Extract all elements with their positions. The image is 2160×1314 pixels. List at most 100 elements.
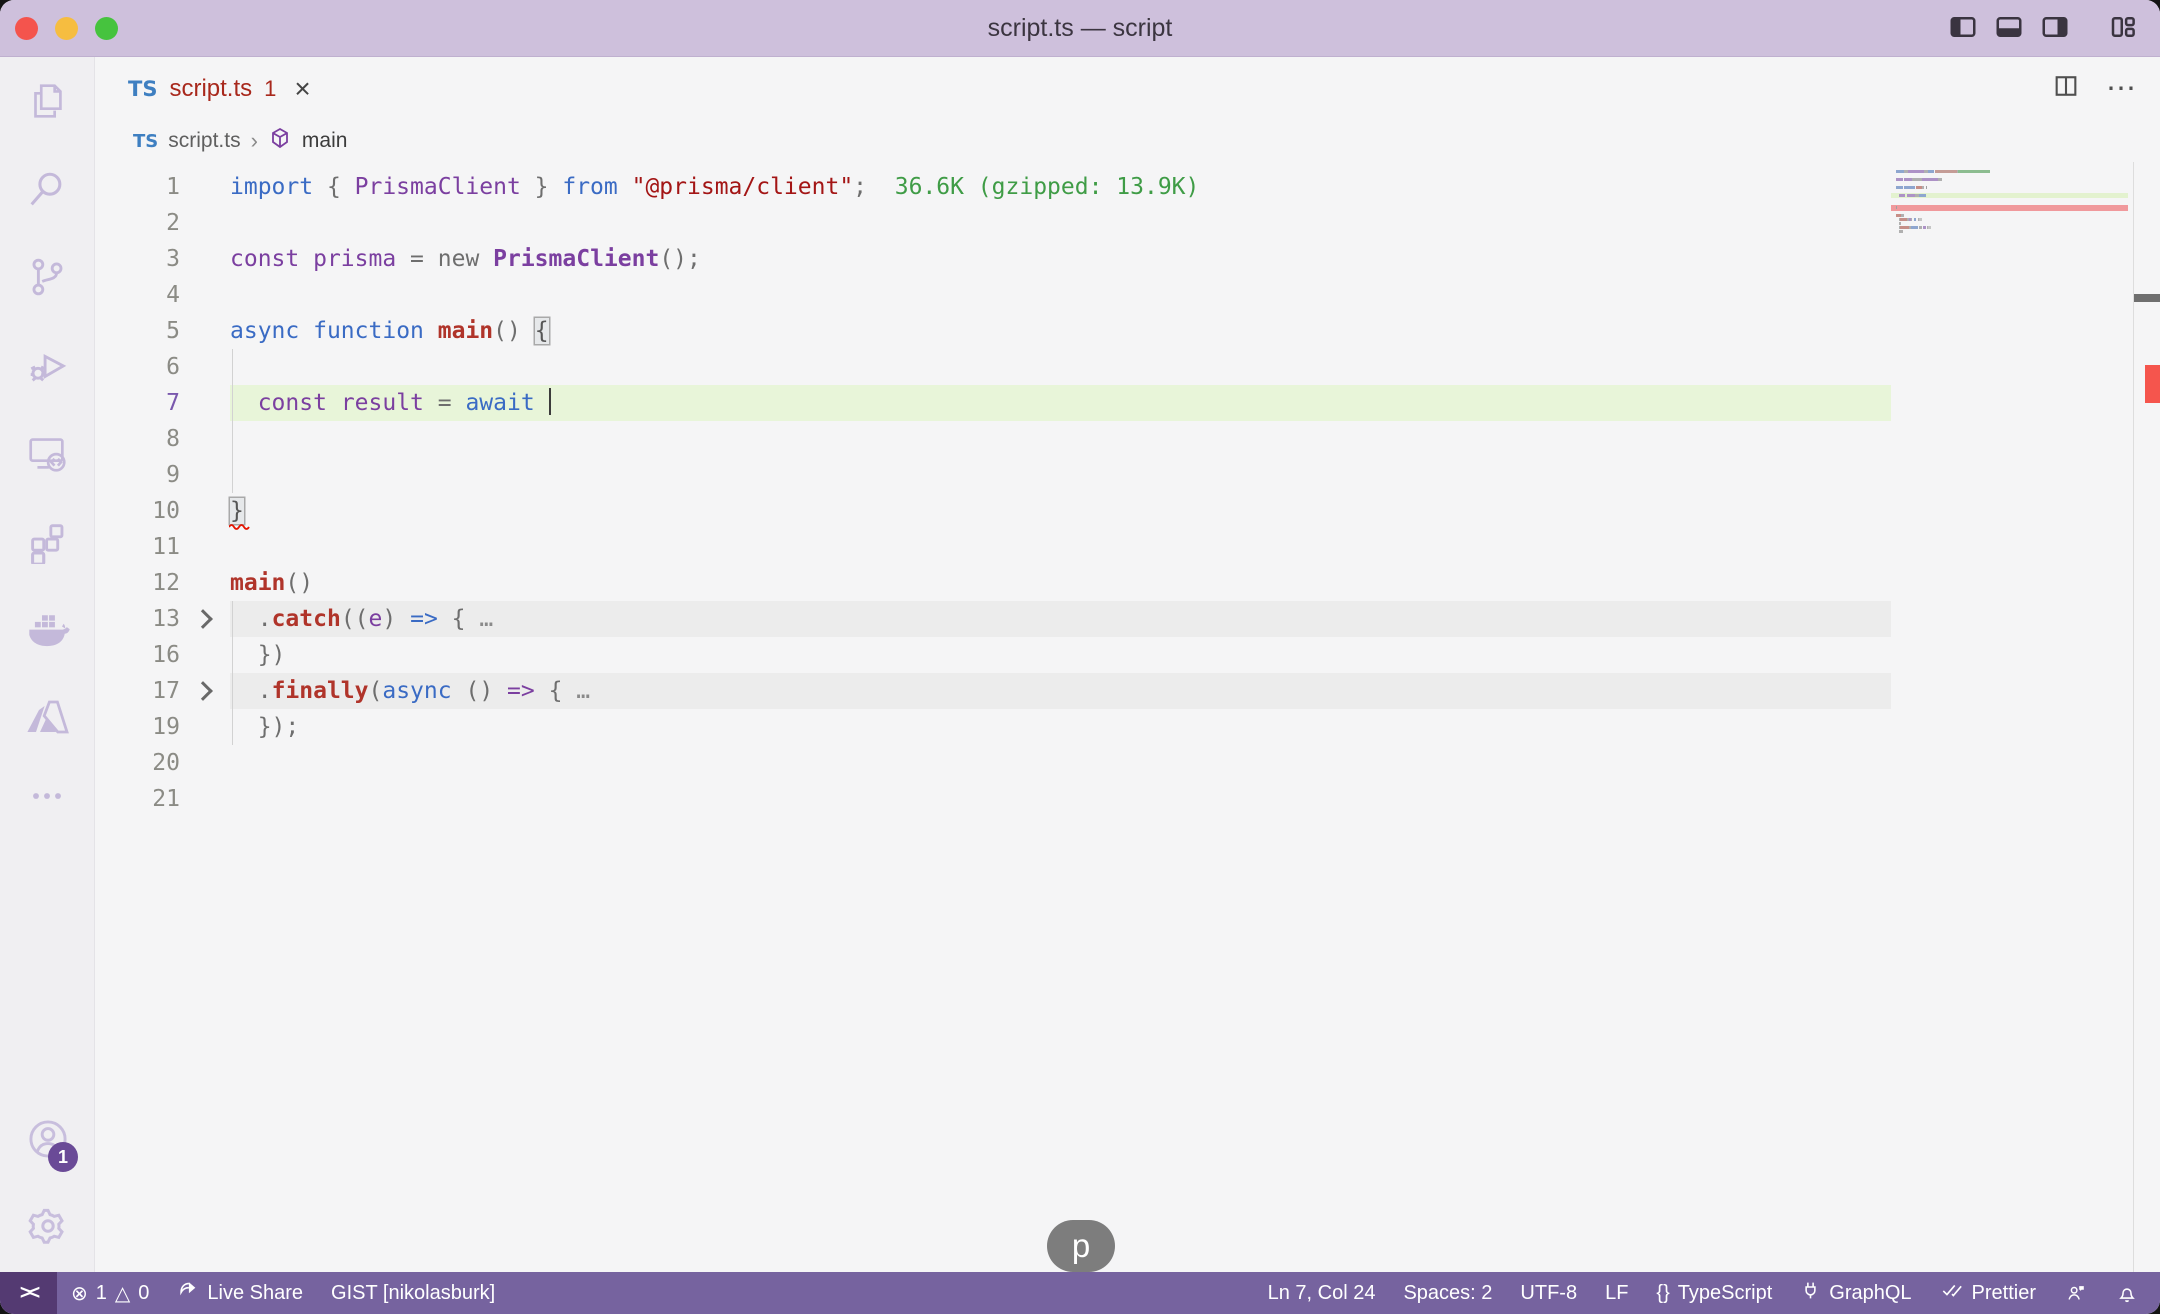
tab-script-ts[interactable]: TS script.ts 1 × bbox=[95, 57, 341, 120]
minimap-line bbox=[1896, 218, 1922, 221]
toggle-secondary-sidebar-icon[interactable] bbox=[2040, 12, 2070, 42]
line-number[interactable]: 10 bbox=[95, 493, 180, 529]
close-tab-icon[interactable]: × bbox=[294, 75, 310, 103]
notifications-bell-icon[interactable] bbox=[2102, 1272, 2152, 1314]
line-number[interactable]: 1 bbox=[95, 169, 180, 205]
code-line-17[interactable]: 17 .finally(async () => { … bbox=[95, 673, 2160, 709]
keystroke-overlay: p bbox=[1047, 1220, 1115, 1272]
code-line-10[interactable]: 10} bbox=[95, 493, 2160, 529]
minimap-line bbox=[1896, 230, 1903, 233]
search-icon[interactable] bbox=[0, 145, 95, 233]
code-text: import { PrismaClient } from "@prisma/cl… bbox=[230, 169, 1199, 205]
breadcrumb-file[interactable]: script.ts bbox=[168, 129, 240, 153]
code-line-3[interactable]: 3 const prisma = new PrismaClient(); bbox=[95, 241, 2160, 277]
code-line-2[interactable]: 2 bbox=[95, 205, 2160, 241]
indentation-status[interactable]: Spaces: 2 bbox=[1389, 1272, 1506, 1314]
minimap-error-line bbox=[1891, 205, 2128, 211]
code-editor[interactable]: 1 import { PrismaClient } from "@prisma/c… bbox=[95, 162, 2160, 1272]
minimap-line bbox=[1896, 194, 1927, 197]
feedback-icon[interactable] bbox=[2050, 1272, 2102, 1314]
line-number[interactable]: 20 bbox=[95, 745, 180, 781]
line-number[interactable]: 5 bbox=[95, 313, 180, 349]
text-cursor bbox=[549, 388, 551, 415]
braces-icon: {} bbox=[1656, 1282, 1669, 1305]
graphql-status[interactable]: GraphQL bbox=[1786, 1272, 1925, 1314]
toggle-panel-icon[interactable] bbox=[1994, 12, 2024, 42]
code-line-5[interactable]: 5async function main() { bbox=[95, 313, 2160, 349]
typescript-file-icon: TS bbox=[128, 77, 157, 101]
remote-explorer-icon[interactable] bbox=[0, 409, 95, 497]
code-line-11[interactable]: 11 bbox=[95, 529, 2160, 565]
code-line-9[interactable]: 9 bbox=[95, 457, 2160, 493]
remote-indicator[interactable]: >< bbox=[0, 1272, 57, 1314]
code-line-8[interactable]: 8 bbox=[95, 421, 2160, 457]
line-number[interactable]: 6 bbox=[95, 349, 180, 385]
title-bar: script.ts — script bbox=[0, 0, 2160, 57]
code-line-12[interactable]: 12main() bbox=[95, 565, 2160, 601]
extensions-icon[interactable] bbox=[0, 497, 95, 585]
line-number[interactable]: 8 bbox=[95, 421, 180, 457]
run-debug-icon[interactable] bbox=[0, 321, 95, 409]
window-title: script.ts — script bbox=[0, 0, 2160, 57]
customize-layout-icon[interactable] bbox=[2108, 12, 2138, 42]
breadcrumb-separator: › bbox=[251, 128, 258, 154]
code-line-13[interactable]: 13 .catch((e) => { … bbox=[95, 601, 2160, 637]
docker-icon[interactable] bbox=[0, 585, 95, 673]
line-number[interactable]: 19 bbox=[95, 709, 180, 745]
toggle-sidebar-icon[interactable] bbox=[1948, 12, 1978, 42]
explorer-icon[interactable] bbox=[0, 57, 95, 145]
line-number[interactable]: 21 bbox=[95, 781, 180, 817]
fold-chevron-icon[interactable] bbox=[180, 601, 230, 637]
code-line-20[interactable]: 20 bbox=[95, 745, 2160, 781]
typescript-file-icon: TS bbox=[133, 131, 158, 152]
code-line-21[interactable]: 21 bbox=[95, 781, 2160, 817]
code-line-6[interactable]: 6 bbox=[95, 349, 2160, 385]
minimap-line bbox=[1896, 178, 1942, 181]
prettier-status[interactable]: Prettier bbox=[1926, 1272, 2050, 1314]
code-line-4[interactable]: 4 bbox=[95, 277, 2160, 313]
more-views-icon[interactable] bbox=[0, 761, 95, 831]
code-line-16[interactable]: 16 }) bbox=[95, 637, 2160, 673]
line-number[interactable]: 2 bbox=[95, 205, 180, 241]
breadcrumb-symbol[interactable]: main bbox=[302, 129, 348, 153]
encoding-status[interactable]: UTF-8 bbox=[1506, 1272, 1591, 1314]
double-check-icon bbox=[1940, 1279, 1964, 1307]
language-mode-status[interactable]: {} TypeScript bbox=[1642, 1272, 1786, 1314]
code-line-19[interactable]: 19 }); bbox=[95, 709, 2160, 745]
line-number[interactable]: 13 bbox=[95, 601, 180, 637]
gist-status[interactable]: GIST [nikolasburk] bbox=[317, 1272, 509, 1314]
cursor-position-status[interactable]: Ln 7, Col 24 bbox=[1254, 1272, 1390, 1314]
minimap[interactable] bbox=[1891, 170, 2133, 430]
line-number[interactable]: 7 bbox=[95, 385, 180, 421]
vscode-window: script.ts — script bbox=[0, 0, 2160, 1314]
accounts-icon[interactable]: 1 bbox=[0, 1091, 95, 1186]
editor-more-actions-icon[interactable]: ⋯ bbox=[2106, 71, 2136, 106]
accounts-badge: 1 bbox=[48, 1142, 78, 1172]
status-bar: >< ⊗ 1 △ 0 Live Share GIST [nikolasburk]… bbox=[0, 1272, 2160, 1314]
indent-guide bbox=[232, 421, 233, 457]
live-share-button[interactable]: Live Share bbox=[163, 1272, 317, 1314]
line-number[interactable]: 12 bbox=[95, 565, 180, 601]
line-number[interactable]: 3 bbox=[95, 241, 180, 277]
live-share-icon bbox=[177, 1279, 199, 1307]
tab-label: script.ts bbox=[169, 75, 252, 103]
line-number[interactable]: 4 bbox=[95, 277, 180, 313]
plug-icon bbox=[1800, 1280, 1821, 1307]
line-number[interactable]: 16 bbox=[95, 637, 180, 673]
minimap-line bbox=[1896, 226, 1931, 229]
minimap-line bbox=[1896, 186, 1927, 189]
problems-status[interactable]: ⊗ 1 △ 0 bbox=[57, 1272, 163, 1314]
line-number[interactable]: 17 bbox=[95, 673, 180, 709]
code-text: const result = await bbox=[230, 385, 551, 421]
line-number[interactable]: 9 bbox=[95, 457, 180, 493]
settings-gear-icon[interactable] bbox=[0, 1186, 95, 1266]
code-line-7[interactable]: 7 const result = await bbox=[95, 385, 2160, 421]
source-control-icon[interactable] bbox=[0, 233, 95, 321]
azure-icon[interactable] bbox=[0, 673, 95, 761]
line-number[interactable]: 11 bbox=[95, 529, 180, 565]
fold-chevron-icon[interactable] bbox=[180, 673, 230, 709]
code-text: const prisma = new PrismaClient(); bbox=[230, 241, 701, 277]
eol-status[interactable]: LF bbox=[1591, 1272, 1642, 1314]
code-line-1[interactable]: 1 import { PrismaClient } from "@prisma/c… bbox=[95, 169, 2160, 205]
split-editor-icon[interactable] bbox=[2052, 72, 2080, 105]
